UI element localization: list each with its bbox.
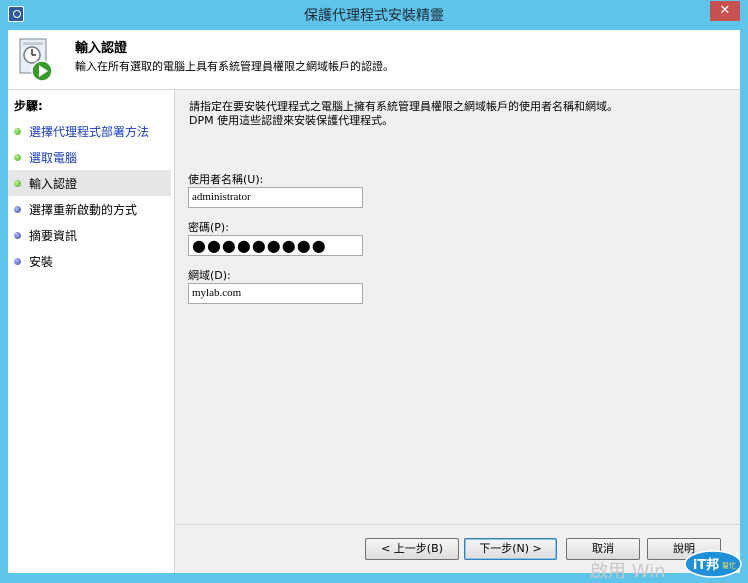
- agent-install-icon: [19, 38, 53, 82]
- close-button[interactable]: ✕: [710, 1, 740, 21]
- username-field[interactable]: administrator: [188, 187, 363, 208]
- domain-label: 網域(D):: [188, 269, 231, 282]
- step-complete-icon: [14, 128, 21, 135]
- badge-subtext: 幫忙: [722, 561, 736, 570]
- step-pending-icon: [14, 206, 21, 213]
- step-label: 選取電腦: [29, 151, 78, 165]
- step-label: 摘要資訊: [29, 229, 78, 243]
- step-current-icon: [14, 180, 21, 187]
- title-bar: 保護代理程式安裝精靈 ✕: [0, 0, 748, 30]
- username-label: 使用者名稱(U):: [188, 173, 264, 186]
- step-item-deploy-method[interactable]: 選擇代理程式部署方法: [8, 118, 171, 144]
- instructions: 請指定在要安裝代理程式之電腦上擁有系統管理員權限之網域帳戶的使用者名稱和網域。 …: [189, 100, 618, 128]
- main-content: 請指定在要安裝代理程式之電腦上擁有系統管理員權限之網域帳戶的使用者名稱和網域。 …: [175, 90, 740, 573]
- step-pending-icon: [14, 258, 21, 265]
- window-title: 保護代理程式安裝精靈: [304, 8, 444, 24]
- password-label: 密碼(P):: [188, 221, 229, 234]
- page-header: 輸入認證 輸入在所有選取的電腦上具有系統管理員權限之網域帳戶的認證。: [8, 30, 740, 90]
- instruction-line-2: DPM 使用這些認證來安裝保護代理程式。: [189, 114, 394, 127]
- step-item-install: 安裝: [8, 248, 171, 274]
- step-item-credentials: 輸入認證: [8, 170, 171, 196]
- button-separator: [175, 524, 740, 525]
- step-label: 選擇代理程式部署方法: [29, 125, 150, 139]
- step-label: 輸入認證: [29, 177, 78, 191]
- instruction-line-1: 請指定在要安裝代理程式之電腦上擁有系統管理員權限之網域帳戶的使用者名稱和網域。: [189, 100, 618, 113]
- badge-text: iT邦: [693, 557, 719, 573]
- step-complete-icon: [14, 154, 21, 161]
- step-label: 選擇重新啟動的方式: [29, 203, 138, 217]
- next-button[interactable]: 下一步(N) >: [464, 538, 557, 560]
- page-subtitle: 輸入在所有選取的電腦上具有系統管理員權限之網域帳戶的認證。: [75, 60, 394, 73]
- ithome-logo-icon: iT邦 幫忙: [684, 550, 742, 578]
- steps-heading: 步驟:: [14, 99, 43, 113]
- domain-field[interactable]: mylab.com: [188, 283, 363, 304]
- step-item-select-computers[interactable]: 選取電腦: [8, 144, 171, 170]
- wizard-window: 保護代理程式安裝精靈 ✕ 輸入認證 輸入在所有選取的電腦上具有系統管理員權限之網…: [0, 0, 748, 582]
- page-title: 輸入認證: [75, 41, 128, 56]
- step-label: 安裝: [29, 255, 54, 269]
- wizard-client-area: 輸入認證 輸入在所有選取的電腦上具有系統管理員權限之網域帳戶的認證。 步驟: 選…: [8, 30, 740, 573]
- back-button[interactable]: < 上一步(B): [365, 538, 459, 560]
- step-item-restart-method: 選擇重新啟動的方式: [8, 196, 171, 222]
- password-field[interactable]: ●●●●●●●●●: [188, 235, 363, 256]
- step-item-summary: 摘要資訊: [8, 222, 171, 248]
- steps-pane: 步驟: 選擇代理程式部署方法 選取電腦 輸入認證 選擇重新啟動的方式 摘要資訊: [8, 90, 175, 573]
- step-pending-icon: [14, 232, 21, 239]
- activation-watermark: 啟用 Win: [590, 561, 666, 582]
